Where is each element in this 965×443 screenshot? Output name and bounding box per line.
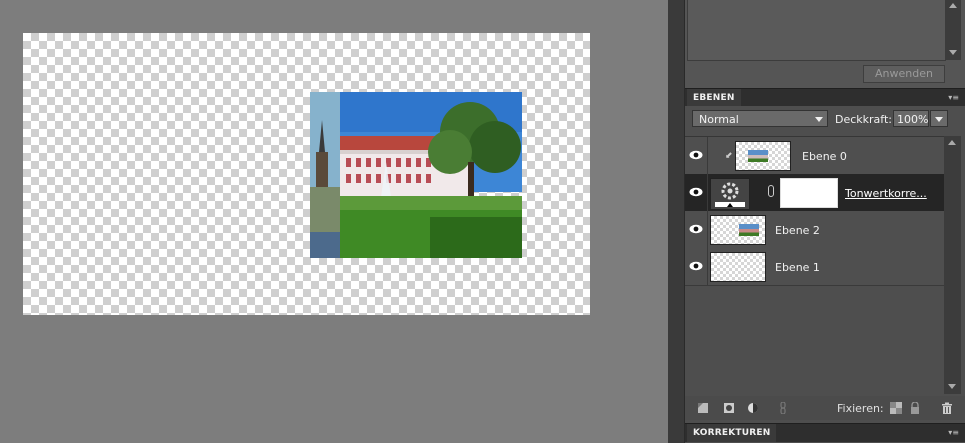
visibility-toggle[interactable]: [685, 137, 708, 174]
opacity-input[interactable]: 100%: [893, 110, 929, 127]
layers-toolbar: Fixieren:: [685, 396, 965, 420]
photo-layer-preview: [310, 92, 522, 258]
opacity-label: Deckkraft:: [835, 113, 892, 126]
panel-menu-icon[interactable]: ▾≡: [948, 428, 959, 437]
layer-name[interactable]: Ebene 2: [775, 224, 820, 237]
new-layer-icon[interactable]: [697, 402, 709, 414]
lock-label: Fixieren:: [837, 402, 884, 415]
layers-panel: Normal Deckkraft: 100% ⬋ Ebene 0 Tonwert…: [685, 106, 965, 423]
layer-mask-thumbnail: [780, 178, 838, 208]
eye-icon: [689, 150, 703, 160]
eye-icon: [689, 187, 703, 197]
chevron-down-icon: [815, 117, 823, 122]
blend-mode-select[interactable]: Normal: [692, 110, 828, 127]
top-panel-scrollbar[interactable]: [946, 0, 961, 60]
adjustment-layer-icon: [710, 178, 750, 210]
visibility-toggle[interactable]: [685, 248, 708, 285]
layer-thumbnail: [710, 252, 766, 282]
top-panel: Anwenden: [685, 0, 965, 88]
layer-name[interactable]: Tonwertkorre...: [845, 187, 927, 200]
top-panel-list: [687, 0, 946, 61]
layer-list-scrollbar[interactable]: [944, 136, 961, 394]
eye-icon: [689, 261, 703, 271]
scroll-up-icon[interactable]: [948, 140, 956, 145]
adjustment-icon[interactable]: [747, 402, 759, 414]
layer-thumbnail: [710, 215, 766, 245]
clip-arrow-icon: ⬋: [725, 151, 733, 161]
scroll-down-icon[interactable]: [948, 384, 956, 389]
layer-row[interactable]: Ebene 2: [685, 211, 944, 249]
mask-icon[interactable]: [723, 402, 735, 414]
link-layers-icon[interactable]: [777, 402, 789, 414]
corrections-tab-bar: KORREKTUREN ▾≡: [685, 423, 965, 442]
layers-tab-bar: EBENEN ▾≡: [685, 88, 965, 107]
layer-list: ⬋ Ebene 0 Tonwertkorre... Ebene 2 Ebene …: [685, 136, 944, 395]
layer-name[interactable]: Ebene 0: [802, 150, 847, 163]
canvas-area[interactable]: [0, 0, 668, 443]
scroll-down-icon[interactable]: [949, 50, 957, 55]
document-canvas[interactable]: [23, 33, 590, 315]
layer-row[interactable]: Tonwertkorre...: [685, 174, 944, 212]
visibility-toggle[interactable]: [685, 211, 708, 248]
layer-row[interactable]: ⬋ Ebene 0: [685, 137, 944, 175]
visibility-toggle[interactable]: [685, 174, 708, 211]
tab-corrections[interactable]: KORREKTUREN: [687, 424, 777, 442]
eye-icon: [689, 224, 703, 234]
layer-thumbnail: [735, 141, 791, 171]
blend-mode-value: Normal: [699, 113, 739, 126]
trash-icon[interactable]: [941, 402, 953, 414]
lock-all-icon[interactable]: [909, 402, 921, 414]
opacity-dropdown-button[interactable]: [930, 110, 948, 127]
scroll-up-icon[interactable]: [949, 3, 957, 8]
apply-button[interactable]: Anwenden: [863, 65, 945, 83]
tab-layers[interactable]: EBENEN: [687, 89, 741, 107]
layer-row[interactable]: Ebene 1: [685, 248, 944, 286]
panel-bin: Anwenden EBENEN ▾≡ Normal Deckkraft: 100…: [668, 0, 965, 443]
panel-gutter: [668, 0, 685, 443]
link-icon[interactable]: [768, 185, 774, 197]
panel-menu-icon[interactable]: ▾≡: [948, 93, 959, 102]
lock-transparency-icon[interactable]: [890, 402, 902, 414]
layer-name[interactable]: Ebene 1: [775, 261, 820, 274]
